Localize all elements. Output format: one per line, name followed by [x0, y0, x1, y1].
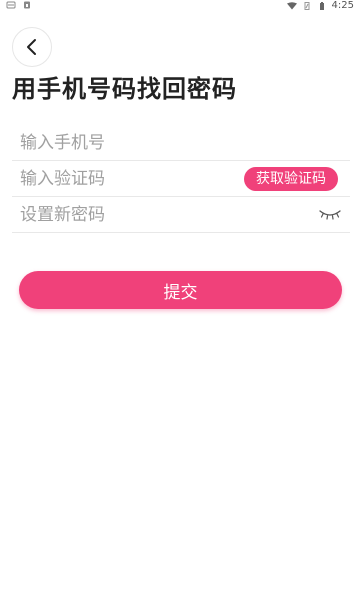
back-button[interactable]: [12, 27, 52, 67]
submit-button[interactable]: 提交: [19, 271, 342, 309]
page-title: 用手机号码找回密码: [12, 75, 237, 103]
get-code-button[interactable]: 获取验证码: [244, 167, 338, 191]
phone-input[interactable]: [12, 132, 222, 153]
status-bar: 4:25: [0, 0, 360, 12]
battery-icon: [319, 1, 324, 10]
verification-code-input[interactable]: [12, 168, 222, 189]
battery-saver-icon: [304, 1, 310, 10]
chevron-left-icon: [27, 39, 36, 55]
wifi-icon: [286, 1, 297, 9]
status-time: 4:25: [331, 0, 354, 11]
eye-closed-icon[interactable]: [318, 208, 342, 220]
new-password-input[interactable]: [12, 204, 222, 225]
password-row: [12, 197, 350, 233]
status-left-icons: [6, 1, 32, 9]
code-row: 获取验证码: [12, 161, 350, 197]
reset-password-form: 获取验证码: [12, 125, 350, 233]
status-right-icons: 4:25: [286, 0, 354, 11]
sim-icon: [24, 1, 30, 9]
phone-row: [12, 125, 350, 161]
notification-icon: [6, 1, 16, 9]
